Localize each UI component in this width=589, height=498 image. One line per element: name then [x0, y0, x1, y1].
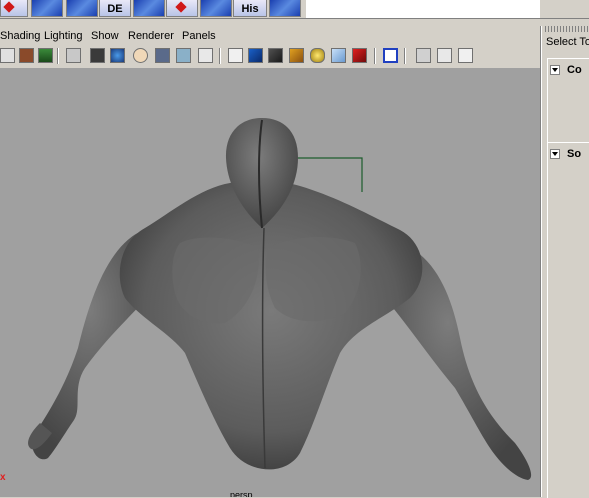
shelf-tool-1[interactable]: [0, 0, 28, 17]
select-camera-icon[interactable]: [0, 48, 15, 63]
tool-settings-panel: Select To Co So: [541, 26, 589, 498]
smooth-shade-icon[interactable]: [248, 48, 263, 63]
selection-outline: [297, 157, 363, 192]
chevron-down-icon[interactable]: [550, 149, 560, 159]
isolate-select-icon[interactable]: [383, 48, 398, 63]
frame-selected-icon[interactable]: [437, 48, 452, 63]
frame-all-icon[interactable]: [416, 48, 431, 63]
safe-action-icon[interactable]: [133, 48, 148, 63]
toolbar-separator: [374, 48, 376, 64]
hud-icon[interactable]: [458, 48, 473, 63]
section-frame: [547, 142, 589, 498]
tool-icon: [3, 1, 15, 13]
shelf-tool-de[interactable]: DE: [99, 0, 131, 17]
shelf-tool-5[interactable]: [133, 0, 165, 17]
viewport-menubar: Shading Lighting Show Renderer Panels: [0, 27, 540, 45]
shelf-tool-7[interactable]: [200, 0, 232, 17]
section-common[interactable]: Co: [547, 62, 589, 79]
menu-show[interactable]: Show: [91, 30, 119, 42]
wireframe-icon[interactable]: [228, 48, 243, 63]
safe-title-icon[interactable]: [155, 48, 170, 63]
viewport-panel: Shading Lighting Show Renderer Panels x …: [0, 26, 541, 497]
menu-renderer[interactable]: Renderer: [128, 30, 174, 42]
textured-icon[interactable]: [289, 48, 304, 63]
viewport-3d[interactable]: x persp: [0, 68, 540, 497]
shelf-tool-his[interactable]: His: [233, 0, 267, 17]
shadows-icon[interactable]: [352, 48, 367, 63]
menu-panels[interactable]: Panels: [182, 30, 216, 42]
chevron-down-icon[interactable]: [550, 65, 560, 75]
field-chart-icon[interactable]: [176, 48, 191, 63]
toolbar-separator: [404, 48, 406, 64]
shelf-tool-6[interactable]: [166, 0, 198, 17]
xray-icon[interactable]: [331, 48, 346, 63]
torso-model: [28, 118, 532, 480]
menu-shading[interactable]: Shading: [0, 30, 40, 42]
viewport-toolbar: [0, 46, 540, 66]
shelf-tool-9[interactable]: [269, 0, 301, 17]
film-gate-icon[interactable]: [90, 48, 105, 63]
shelf-tool-his-label: His: [241, 3, 259, 15]
toolbar-separator: [57, 48, 59, 64]
menu-lighting[interactable]: Lighting: [44, 30, 83, 42]
shelf-tool-2[interactable]: [31, 0, 63, 17]
resolution-gate-icon[interactable]: [110, 48, 125, 63]
wireframe-on-shaded-icon[interactable]: [268, 48, 283, 63]
text-icon[interactable]: [198, 48, 213, 63]
panel-title: Select To: [546, 36, 589, 48]
shelf-tool-de-label: DE: [107, 3, 123, 15]
section-soft[interactable]: So: [547, 146, 589, 163]
panel-drag-handle[interactable]: [545, 26, 589, 32]
camera-label: persp: [230, 490, 253, 497]
grid-icon[interactable]: [66, 48, 81, 63]
section-label: So: [567, 148, 582, 160]
axis-x-label: x: [0, 472, 6, 483]
toolbar-separator: [219, 48, 221, 64]
image-plane-icon[interactable]: [38, 48, 53, 63]
shelf-bar: DE His: [0, 0, 589, 19]
lights-icon[interactable]: [310, 48, 325, 63]
section-label: Co: [567, 64, 582, 76]
bookmark-icon[interactable]: [19, 48, 34, 63]
shelf-tool-3[interactable]: [66, 0, 98, 17]
tool-icon: [175, 1, 187, 13]
shelf-empty-area: [306, 0, 540, 18]
